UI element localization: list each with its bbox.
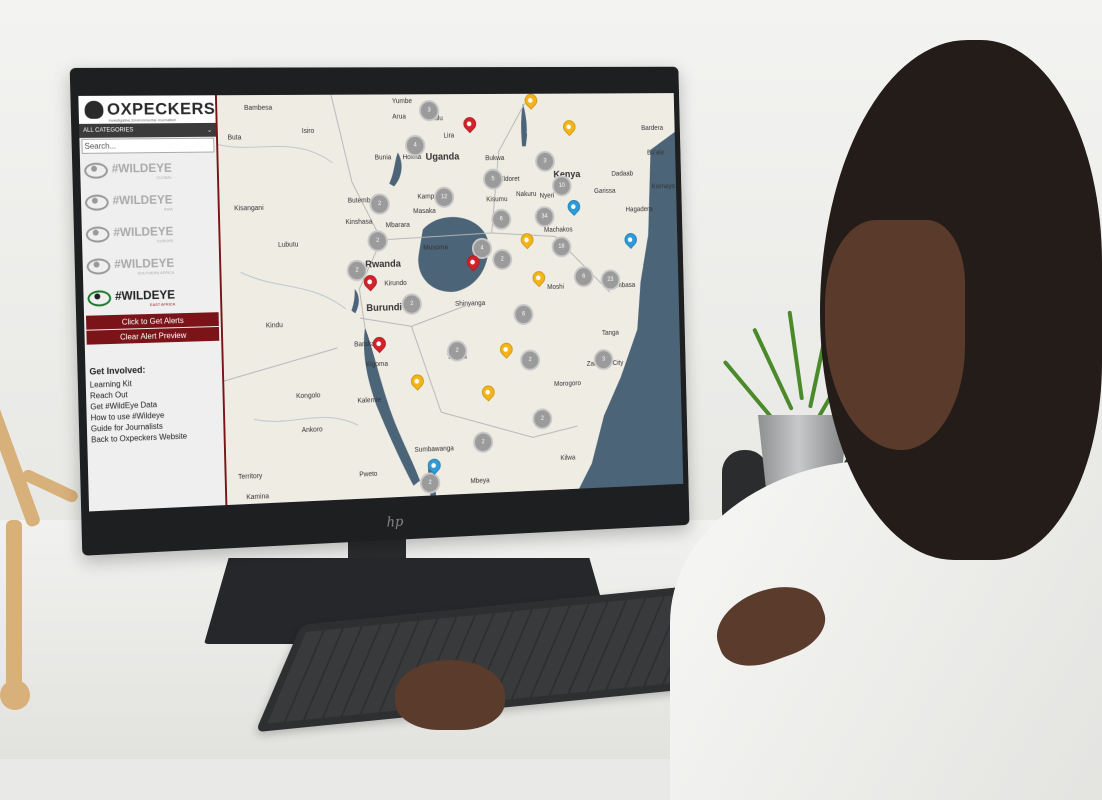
map-cluster[interactable]: 3 [534, 150, 556, 172]
map-label: Kilwa [560, 454, 576, 462]
map-label: Bambesa [243, 104, 273, 112]
category-select-value: ALL CATEGORIES [83, 127, 134, 134]
wildeye-global[interactable]: #WILDEYE GLOBAL [80, 153, 217, 186]
map-label: Nyeri [539, 192, 555, 200]
wildeye-region: EUROPE [157, 237, 174, 243]
map-label: Kongolo [296, 392, 321, 401]
map-label: Pweto [359, 470, 378, 479]
map-label-rwanda: Rwanda [365, 258, 402, 271]
wildeye-region: GLOBAL [156, 174, 172, 180]
map-label: Arua [392, 113, 407, 121]
map-label: Garissa [593, 187, 616, 195]
oxpecker-logo-icon [84, 100, 104, 119]
map-cluster[interactable]: 10 [551, 175, 572, 197]
map-label: Kindu [265, 322, 283, 330]
screen: OXPECKERS Investigative Environmental Jo… [78, 93, 684, 512]
map-label: Shinyanga [454, 300, 486, 308]
eye-icon [85, 226, 110, 243]
map-label: Dadaab [611, 170, 634, 178]
wildeye-title: #WILDEYE [111, 160, 172, 175]
brand-subtitle: Investigative Environmental Journalism [108, 117, 177, 123]
map-label: Bunia [374, 154, 392, 162]
map-label: Nakuru [515, 191, 537, 199]
wildeye-east-africa[interactable]: #WILDEYE EAST AFRICA [83, 280, 220, 315]
map-label: Hagadera [625, 206, 653, 214]
wildeye-asia[interactable]: #WILDEYE ASIA [81, 185, 218, 219]
map-label: Tanga [601, 329, 620, 337]
map-label: Isiro [301, 127, 315, 135]
hp-logo: hp [386, 514, 404, 531]
map-label: Kisangani [234, 204, 264, 213]
map-label: Mbeya [470, 477, 490, 486]
get-involved-title: Get Involved: [89, 364, 146, 377]
map-label: Mbarara [385, 221, 410, 230]
eye-icon [86, 258, 111, 275]
map-label: Morogoro [554, 380, 582, 388]
map-label: Bu'ale [647, 149, 665, 157]
category-select[interactable]: ALL CATEGORIES ⌄ [79, 122, 217, 138]
map-label: Kinshasa [345, 218, 373, 227]
map-canvas[interactable]: Uganda Kenya Rwanda Burundi Bambesa Buta… [216, 93, 684, 506]
wildeye-title: #WILDEYE [113, 223, 174, 239]
wildeye-southern-africa[interactable]: #WILDEYE SOUTHERN AFRICA [82, 248, 219, 283]
map-label: Yumbe [391, 98, 413, 106]
eye-icon [87, 290, 112, 307]
map-label: Machakos [543, 226, 573, 234]
map-label: Moshi [547, 283, 565, 291]
wildeye-title: #WILDEYE [114, 255, 175, 271]
map-cluster[interactable]: 4 [404, 134, 426, 157]
map-label: Kisumu [486, 196, 508, 204]
eye-icon [84, 162, 109, 179]
wildeye-region: EAST AFRICA [149, 300, 176, 307]
map-label: Kirundo [384, 280, 407, 288]
brand-header[interactable]: OXPECKERS Investigative Environmental Jo… [78, 95, 216, 124]
map-cluster[interactable]: 5 [482, 168, 504, 190]
map-label: Bukwa [485, 155, 505, 163]
map-label: Lubutu [277, 241, 299, 249]
map-label: Bardera [641, 125, 664, 132]
left-hand [395, 660, 505, 730]
wildeye-region: ASIA [163, 205, 173, 212]
lake-kivu [350, 288, 360, 314]
sidebar: OXPECKERS Investigative Environmental Jo… [78, 95, 228, 512]
map-label-uganda: Uganda [425, 151, 460, 163]
lake-tanganyika [363, 326, 421, 488]
map-label: Lira [443, 132, 455, 140]
wooden-mannequin [0, 390, 80, 720]
wildeye-europe[interactable]: #WILDEYE EUROPE [82, 217, 219, 251]
map-label: Buta [227, 134, 242, 142]
clear-alert-preview-button[interactable]: Clear Alert Preview [86, 326, 220, 345]
map-label: Kalemie [357, 397, 382, 405]
map-label: Kamina [246, 493, 270, 502]
chevron-down-icon: ⌄ [207, 127, 213, 134]
map-label: Territory [238, 472, 263, 481]
map-label: Kigoma [365, 360, 389, 369]
photo-scene: OXPECKERS Investigative Environmental Jo… [0, 0, 1102, 800]
map-cluster[interactable]: 3 [418, 99, 440, 122]
wildeye-title: #WILDEYE [112, 192, 173, 207]
rivers [218, 143, 358, 430]
search-input[interactable]: Search... [81, 137, 215, 154]
map-label: Masaka [413, 207, 436, 216]
monitor: OXPECKERS Investigative Environmental Jo… [69, 66, 690, 556]
map-label-burundi: Burundi [366, 302, 403, 315]
wildeye-region: SOUTHERN AFRICA [137, 269, 175, 276]
map-label: Ankoro [301, 426, 323, 435]
map-label: Musoma [423, 244, 449, 252]
eye-icon [84, 194, 109, 211]
map-label: Kismayo [651, 183, 676, 191]
person [670, 40, 1102, 800]
